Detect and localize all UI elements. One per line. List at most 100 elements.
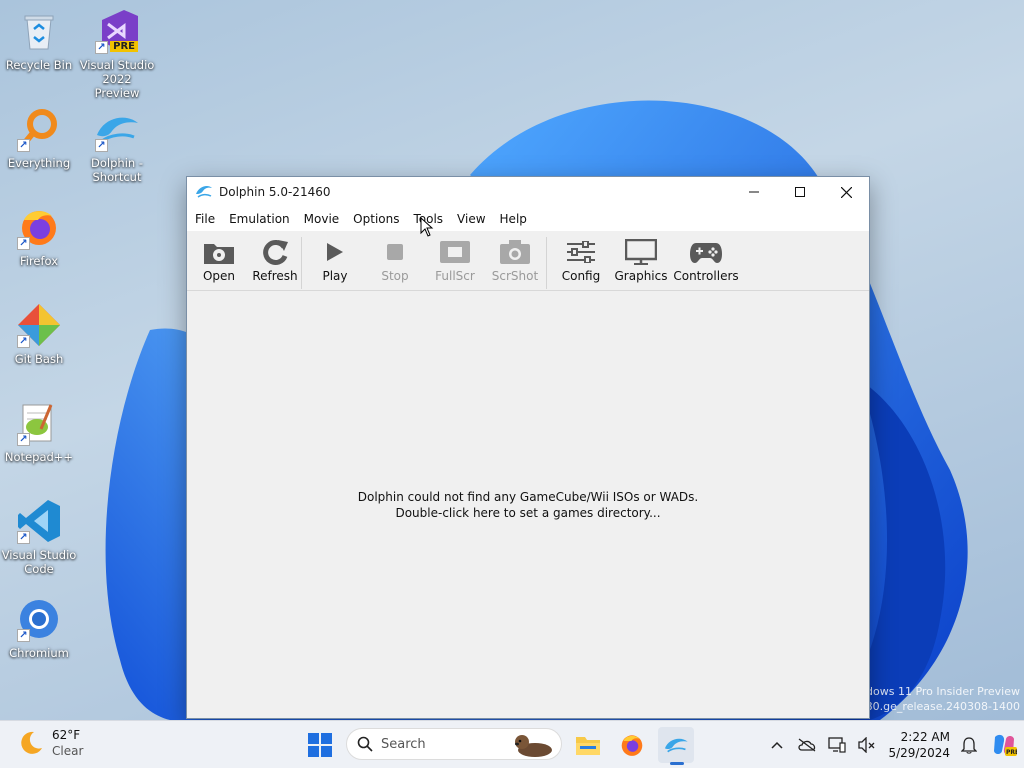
show-hidden-icons-button[interactable]	[762, 721, 792, 768]
desktop-icon-git-bash[interactable]: ↗ Git Bash	[1, 302, 77, 366]
controllers-button[interactable]: Controllers	[669, 237, 743, 287]
shortcut-arrow-icon: ↗	[95, 139, 108, 152]
config-icon	[567, 241, 595, 263]
vscode-icon: ↗	[16, 498, 62, 544]
notifications-button[interactable]	[954, 721, 984, 768]
config-label: Config	[561, 269, 601, 283]
desktop-icon-vscode[interactable]: ↗ Visual Studio Code	[1, 498, 77, 576]
toolbar: Open Refresh Play Stop FullScr ScrShot C…	[187, 231, 869, 291]
clock[interactable]: 2:22 AM 5/29/2024	[882, 729, 954, 761]
menu-emulation[interactable]: Emulation	[222, 207, 297, 231]
toolbar-separator	[301, 237, 302, 289]
toolbar-separator	[546, 237, 547, 289]
active-app-indicator	[670, 762, 684, 765]
graphics-label: Graphics	[614, 269, 668, 283]
play-label: Play	[322, 269, 348, 283]
screenshot-label: ScrShot	[491, 269, 539, 283]
bell-icon	[961, 737, 977, 754]
minimize-icon	[749, 191, 759, 193]
close-button[interactable]	[823, 177, 869, 207]
desktop-icon-chromium[interactable]: ↗ Chromium	[1, 596, 77, 660]
mouse-cursor-icon	[420, 217, 434, 237]
shortcut-arrow-icon: ↗	[17, 531, 30, 544]
search-placeholder: Search	[381, 736, 426, 752]
menu-view[interactable]: View	[450, 207, 492, 231]
shortcut-arrow-icon: ↗	[17, 629, 30, 642]
shortcut-arrow-icon: ↗	[17, 237, 30, 250]
folder-icon	[576, 737, 600, 755]
moon-icon	[21, 731, 42, 754]
desktop-icon-label: Firefox	[19, 254, 59, 268]
fullscreen-button[interactable]: FullScr	[424, 237, 486, 287]
maximize-icon	[795, 187, 805, 197]
desktop-icon-dolphin[interactable]: ↗ Dolphin - Shortcut	[79, 106, 155, 184]
network-icon	[828, 737, 847, 753]
pre-badge: PRE	[110, 41, 138, 52]
visual-studio-icon: PRE ↗	[94, 8, 140, 54]
game-list-empty-area[interactable]: Dolphin could not find any GameCube/Wii …	[187, 292, 869, 718]
menu-movie[interactable]: Movie	[297, 207, 347, 231]
svg-text:PRE: PRE	[1006, 749, 1017, 756]
desktop-icon-recycle-bin[interactable]: Recycle Bin	[1, 8, 77, 72]
minimize-button[interactable]	[731, 177, 777, 207]
screenshot-button[interactable]: ScrShot	[486, 237, 544, 287]
desktop-icon-label: Chromium	[9, 646, 69, 660]
copilot-icon: PRE	[994, 734, 1017, 756]
desktop-icon-firefox[interactable]: ↗ Firefox	[1, 204, 77, 268]
controllers-icon	[690, 243, 722, 263]
shortcut-arrow-icon: ↗	[17, 335, 30, 348]
play-button[interactable]: Play	[304, 237, 366, 287]
dolphin-window: Dolphin 5.0-21460 File Emulation Movie O…	[186, 176, 870, 719]
clock-time: 2:22 AM	[900, 730, 950, 744]
open-button[interactable]: Open	[187, 237, 251, 287]
stop-label: Stop	[381, 269, 409, 283]
copilot-button[interactable]: PRE	[984, 721, 1024, 768]
dolphin-icon	[664, 738, 688, 753]
title-bar[interactable]: Dolphin 5.0-21460	[187, 177, 869, 207]
config-button[interactable]: Config	[549, 237, 613, 287]
recycle-bin-icon	[16, 8, 62, 54]
taskbar-dolphin[interactable]	[658, 727, 694, 763]
shortcut-arrow-icon: ↗	[17, 433, 30, 446]
desktop-icon-label: Visual Studio Code	[1, 548, 77, 576]
volume-tray[interactable]	[852, 721, 882, 768]
weather-widget[interactable]: 62°F Clear	[18, 727, 83, 759]
search-highlight-otter-icon	[515, 735, 552, 757]
chromium-icon: ↗	[16, 596, 62, 642]
shortcut-arrow-icon: ↗	[95, 41, 108, 54]
onedrive-tray[interactable]	[792, 721, 822, 768]
stop-icon	[387, 244, 403, 260]
weather-condition: Clear	[52, 744, 84, 758]
open-folder-icon	[204, 244, 234, 264]
network-tray[interactable]	[822, 721, 852, 768]
refresh-label: Refresh	[252, 269, 298, 283]
refresh-button[interactable]: Refresh	[251, 237, 299, 287]
desktop-icon-label: Dolphin - Shortcut	[91, 156, 143, 184]
taskbar-search-box[interactable]: Search	[346, 728, 562, 760]
set-directory-hint: Double-click here to set a games directo…	[395, 506, 661, 520]
stop-button[interactable]: Stop	[366, 237, 424, 287]
menu-bar: File Emulation Movie Options Tools View …	[187, 207, 869, 231]
start-button[interactable]	[302, 727, 338, 763]
desktop-icon-visual-studio[interactable]: PRE ↗ Visual Studio 2022 Preview	[79, 8, 155, 100]
taskbar-file-explorer[interactable]	[570, 727, 606, 763]
desktop-icon-label: Notepad++	[4, 450, 74, 464]
cloud-offline-icon	[798, 738, 816, 752]
open-label: Open	[202, 269, 236, 283]
desktop-icon-label: Everything	[7, 156, 71, 170]
fullscreen-label: FullScr	[435, 269, 475, 283]
menu-options[interactable]: Options	[346, 207, 406, 231]
menu-help[interactable]: Help	[493, 207, 534, 231]
shortcut-arrow-icon: ↗	[17, 139, 30, 152]
menu-file[interactable]: File	[188, 207, 222, 231]
desktop-icon-notepad-plus-plus[interactable]: ↗ Notepad++	[1, 400, 77, 464]
graphics-button[interactable]: Graphics	[613, 237, 669, 287]
firefox-icon: ↗	[16, 204, 62, 250]
system-tray: 2:22 AM 5/29/2024 PRE	[762, 721, 1024, 768]
screenshot-icon	[500, 240, 530, 264]
fullscreen-icon	[440, 241, 470, 263]
taskbar-firefox[interactable]	[614, 727, 650, 763]
clock-date: 5/29/2024	[888, 746, 950, 760]
desktop-icon-everything[interactable]: ↗ Everything	[1, 106, 77, 170]
maximize-button[interactable]	[777, 177, 823, 207]
